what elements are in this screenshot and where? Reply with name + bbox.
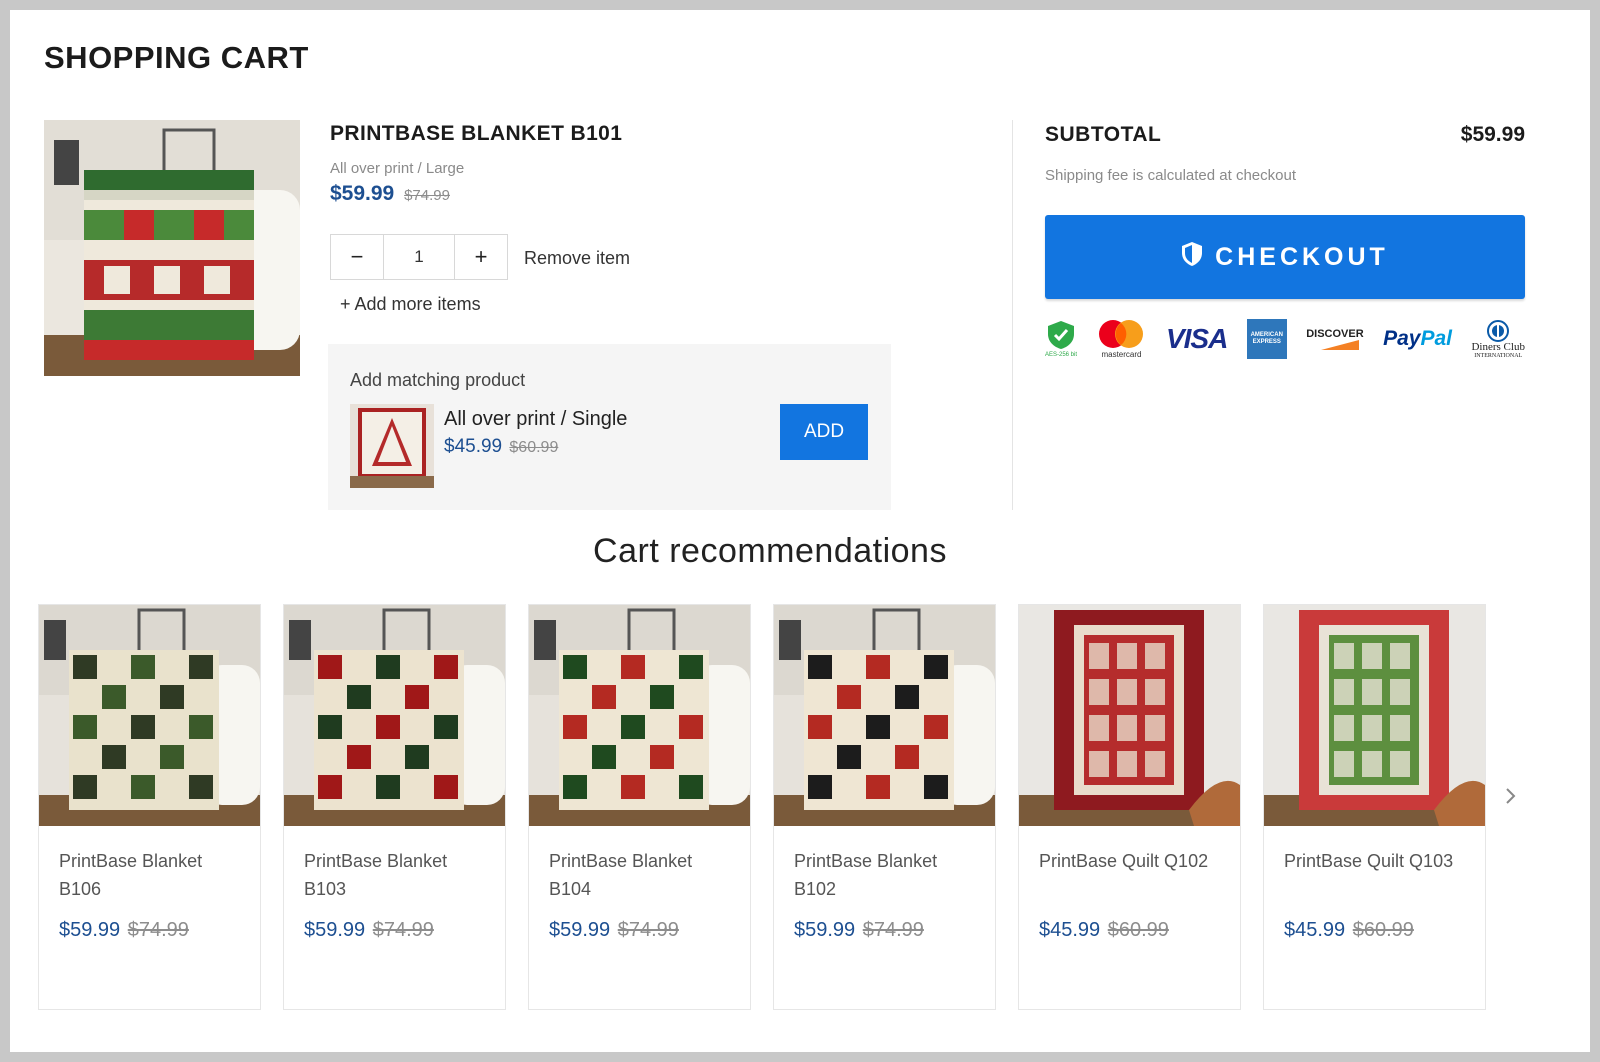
discover-stripe-icon	[1320, 340, 1359, 350]
checkout-label: CHECKOUT	[1215, 242, 1389, 271]
recommendation-sale-price: $45.99	[1039, 919, 1101, 941]
recommendations-title: Cart recommendations	[593, 532, 947, 570]
paypal-text-a: Pay	[1383, 327, 1421, 350]
recommendation-image[interactable]	[39, 605, 260, 826]
quantity-stepper: − 1 +	[330, 234, 508, 280]
add-matching-product-button[interactable]: ADD	[780, 404, 868, 460]
recommendation-sale-price: $59.99	[59, 919, 121, 941]
secure-shield-icon	[1048, 321, 1075, 349]
cart-item-sale-price: $59.99	[330, 182, 395, 205]
recommendation-sale-price: $59.99	[549, 919, 611, 941]
recommendation-name[interactable]: PrintBase Blanket B103	[304, 847, 494, 903]
recommendation-card[interactable]: PrintBase Quilt Q103 $45.99 $60.99	[1263, 604, 1486, 1010]
recommendation-compare-price: $60.99	[1352, 919, 1414, 941]
diners-club-logo: Diners Club INTERNATIONAL	[1471, 317, 1525, 361]
mastercard-icon	[1099, 320, 1144, 348]
page-title: SHOPPING CART	[44, 40, 309, 75]
recommendation-name[interactable]: PrintBase Quilt Q102	[1039, 847, 1229, 875]
visa-logo: VISA	[1165, 323, 1228, 354]
recommendation-price: $59.99 $74.99	[304, 919, 434, 942]
checkout-button[interactable]: CHECKOUT	[1045, 215, 1525, 299]
cart-page: SHOPPING CART PRINTBASE BLANKET B101 All…	[10, 10, 1590, 1052]
recommendation-compare-price: $60.99	[1107, 919, 1169, 941]
recommendation-card[interactable]: PrintBase Blanket B104 $59.99 $74.99	[528, 604, 751, 1010]
recommendation-price: $59.99 $74.99	[549, 919, 679, 942]
recommendation-name[interactable]: PrintBase Blanket B106	[59, 847, 249, 903]
recommendation-compare-price: $74.99	[127, 919, 189, 941]
recommendation-image[interactable]	[1264, 605, 1485, 826]
add-more-items-link[interactable]: + Add more items	[340, 294, 481, 315]
payment-methods: AES-256 bit mastercard VISA AMERICAN EXP…	[1045, 315, 1525, 363]
recommendation-price: $59.99 $74.99	[59, 919, 189, 942]
shipping-note: Shipping fee is calculated at checkout	[1045, 167, 1296, 184]
discover-logo: DISCOVER	[1306, 317, 1364, 361]
recommendation-price: $45.99 $60.99	[1039, 919, 1169, 942]
secure-badge: AES-256 bit	[1045, 317, 1077, 361]
matching-product-variant: All over print / Single	[444, 408, 628, 430]
cart-item-variant: All over print / Large	[330, 160, 465, 177]
diners-line2: INTERNATIONAL	[1474, 352, 1523, 359]
cart-item-compare-price: $74.99	[404, 187, 450, 204]
recommendation-name[interactable]: PrintBase Blanket B102	[794, 847, 984, 903]
quantity-decrease-button[interactable]: −	[331, 235, 383, 279]
recommendation-compare-price: $74.99	[862, 919, 924, 941]
shield-icon	[1181, 241, 1203, 274]
matching-product-price: $45.99 $60.99	[444, 436, 558, 458]
recommendation-price: $45.99 $60.99	[1284, 919, 1414, 942]
mastercard-logo: mastercard	[1096, 317, 1146, 361]
recommendation-image[interactable]	[529, 605, 750, 826]
paypal-logo: Pay Pal	[1383, 317, 1452, 361]
recommendation-compare-price: $74.99	[372, 919, 434, 941]
recommendation-sale-price: $59.99	[304, 919, 366, 941]
chevron-right-icon	[1506, 788, 1516, 804]
recommendation-name[interactable]: PrintBase Quilt Q103	[1284, 847, 1474, 875]
mastercard-text: mastercard	[1101, 350, 1142, 359]
cart-item-image[interactable]	[44, 120, 300, 376]
matching-product-image[interactable]	[350, 404, 434, 488]
paypal-text-b: Pal	[1420, 327, 1453, 350]
amex-logo: AMERICAN EXPRESS	[1246, 319, 1287, 359]
discover-text: DISCOVER	[1306, 328, 1364, 340]
recommendation-image[interactable]	[1019, 605, 1240, 826]
cart-item-price: $59.99 $74.99	[330, 182, 450, 206]
matching-product-title: Add matching product	[350, 370, 526, 390]
recommendation-sale-price: $59.99	[794, 919, 856, 941]
recommendation-compare-price: $74.99	[617, 919, 679, 941]
subtotal-label: SUBTOTAL	[1045, 123, 1162, 146]
recommendation-card[interactable]: PrintBase Blanket B102 $59.99 $74.99	[773, 604, 996, 1010]
matching-product-box: Add matching product All over print / Si…	[328, 344, 891, 510]
remove-item-link[interactable]: Remove item	[524, 248, 630, 269]
matching-product-sale-price: $45.99	[444, 436, 503, 457]
subtotal-value: $59.99	[1460, 123, 1525, 146]
recommendation-name[interactable]: PrintBase Blanket B104	[549, 847, 739, 903]
quantity-increase-button[interactable]: +	[455, 235, 507, 279]
recommendation-image[interactable]	[284, 605, 505, 826]
recommendation-card[interactable]: PrintBase Quilt Q102 $45.99 $60.99	[1018, 604, 1241, 1010]
recommendation-card[interactable]: PrintBase Blanket B106 $59.99 $74.99	[38, 604, 261, 1010]
diners-line1: Diners Club	[1471, 340, 1525, 353]
column-divider	[1012, 120, 1013, 510]
carousel-next-button[interactable]	[1500, 784, 1522, 808]
recommendation-image[interactable]	[774, 605, 995, 826]
secure-badge-text: AES-256 bit	[1045, 352, 1078, 358]
amex-line2: EXPRESS	[1252, 339, 1281, 345]
diners-club-icon	[1487, 319, 1510, 342]
recommendation-card[interactable]: PrintBase Blanket B103 $59.99 $74.99	[283, 604, 506, 1010]
matching-product-compare-price: $60.99	[509, 439, 559, 456]
recommendation-sale-price: $45.99	[1284, 919, 1346, 941]
quantity-input[interactable]: 1	[383, 235, 455, 279]
recommendation-price: $59.99 $74.99	[794, 919, 924, 942]
amex-line1: AMERICAN	[1250, 331, 1283, 338]
cart-item-name[interactable]: PRINTBASE BLANKET B101	[330, 122, 622, 146]
